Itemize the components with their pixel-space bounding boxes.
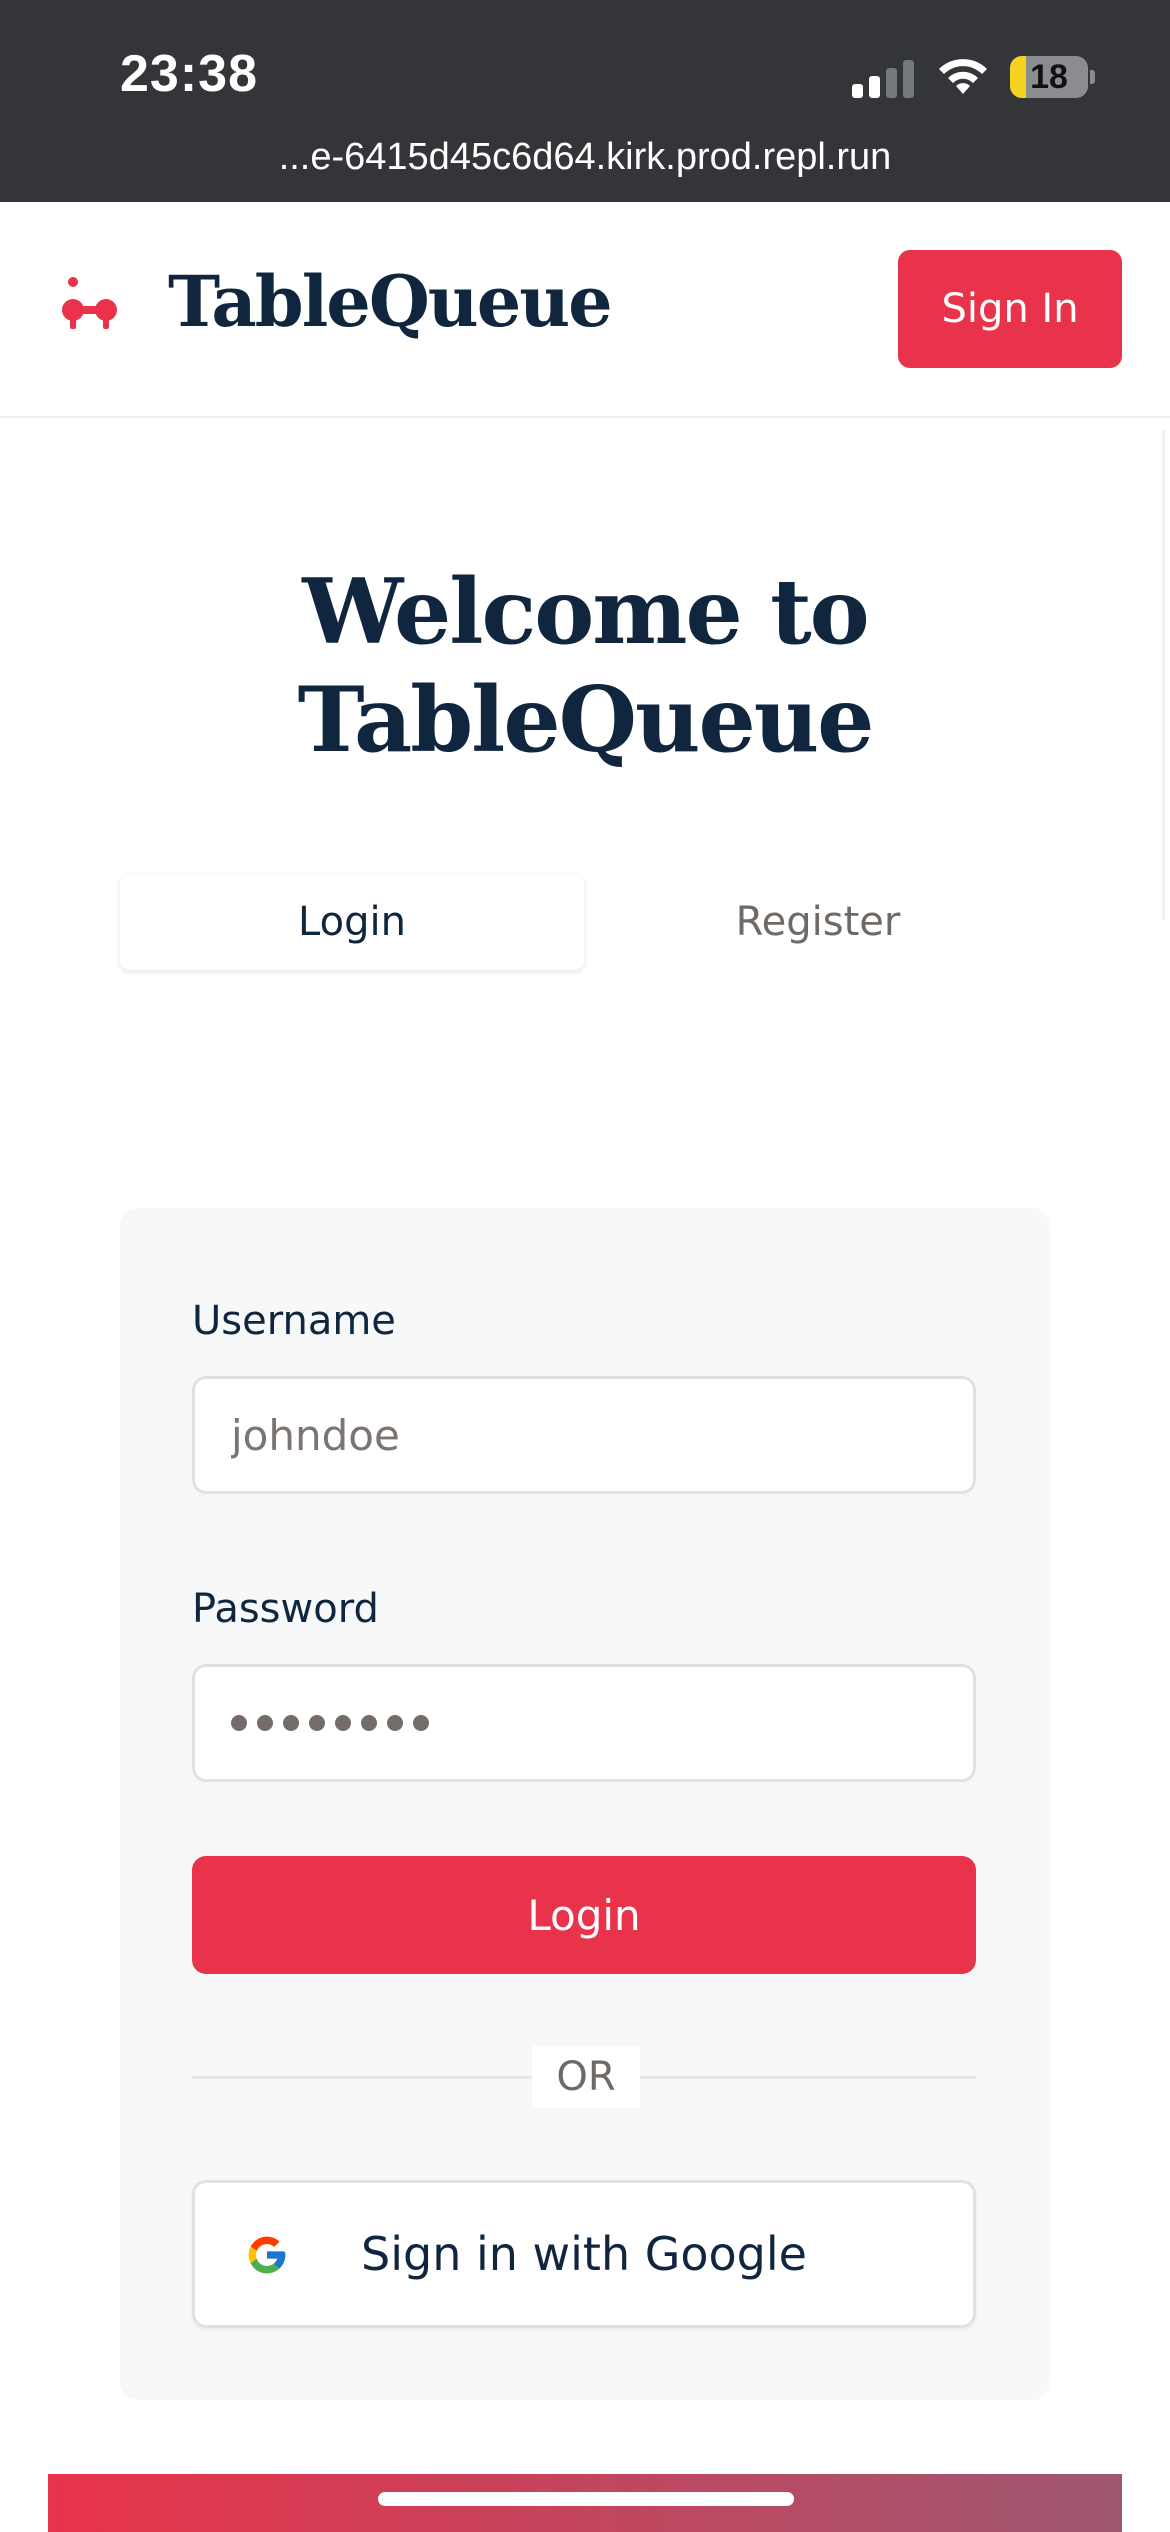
google-sign-in-button[interactable]: Sign in with Google [192,2180,976,2328]
browser-status-bar: 23:38 18 ...e-6415d45c6d64.kirk.prod.rep… [0,0,1170,202]
password-mask-dot [387,1715,403,1731]
app-header: TableQueue Sign In [0,202,1170,418]
battery-icon: 18 [1010,56,1088,98]
tablequeue-logo-icon [62,277,117,329]
or-divider-text: OR [532,2046,640,2108]
page-title: Welcome to TableQueue [0,558,1170,774]
password-mask-dot [283,1715,299,1731]
battery-tip [1090,70,1095,84]
password-mask-dot [257,1715,273,1731]
wifi-icon [939,59,987,94]
home-indicator[interactable] [378,2492,794,2506]
auth-tabs: Login Register [120,874,1050,970]
sign-in-button[interactable]: Sign In [898,250,1122,368]
brand-name[interactable]: TableQueue [168,260,613,343]
password-mask-dot [413,1715,429,1731]
cellular-signal-icon [852,58,916,98]
page-title-line-1: Welcome to [302,559,869,665]
password-mask-dot [231,1715,247,1731]
address-bar-url[interactable]: ...e-6415d45c6d64.kirk.prod.repl.run [0,136,1170,179]
login-card: Username Password Login OR Sign in with … [120,1208,1050,2400]
password-mask-dot [309,1715,325,1731]
google-sign-in-label: Sign in with Google [361,2227,807,2281]
page-title-line-2: TableQueue [297,667,875,773]
username-input[interactable] [192,1376,976,1494]
password-label: Password [192,1586,379,1632]
status-time: 23:38 [120,45,258,103]
battery-level: 18 [1030,58,1068,96]
password-mask-dot [361,1715,377,1731]
tab-register[interactable]: Register [586,874,1050,970]
login-button[interactable]: Login [192,1856,976,1974]
username-label: Username [192,1298,396,1344]
tab-login[interactable]: Login [120,874,584,970]
password-input[interactable] [192,1664,976,1782]
password-mask-dot [335,1715,351,1731]
